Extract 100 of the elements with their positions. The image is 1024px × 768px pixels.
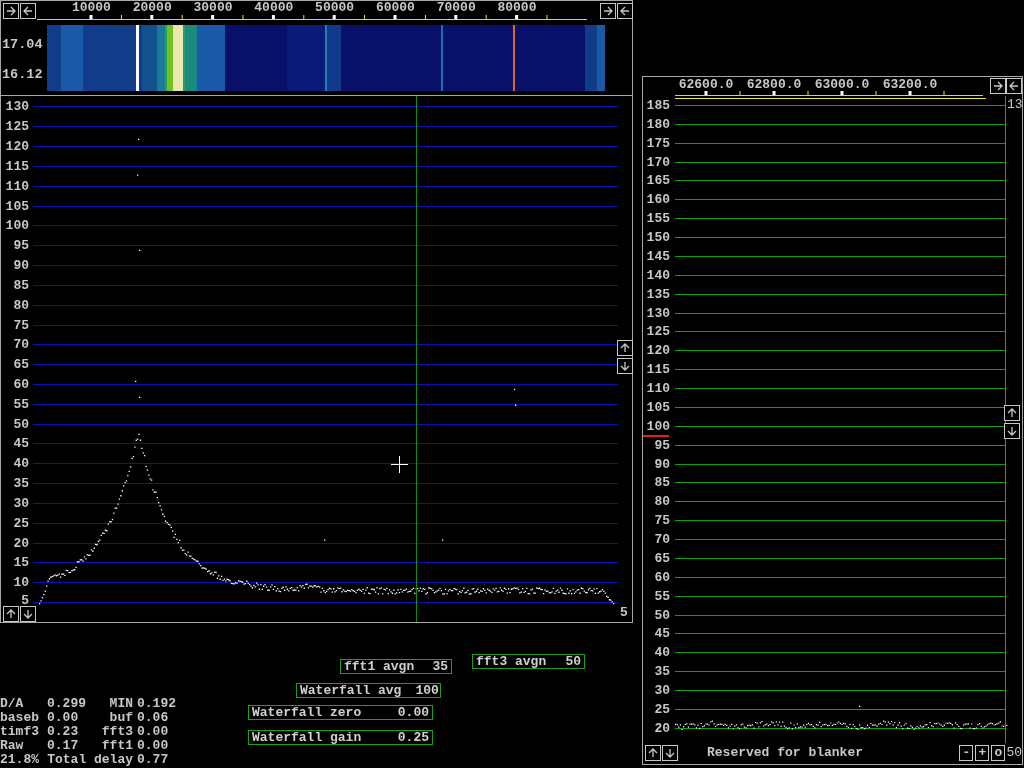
axis-label: 25: [653, 702, 670, 716]
axis-label: 60: [12, 378, 29, 391]
axis-label: 80: [12, 298, 29, 312]
scroll-down-button[interactable]: [20, 606, 36, 622]
axis-label: 155: [645, 212, 670, 226]
axis-label: 25: [12, 516, 29, 530]
axis-label: 125: [4, 120, 29, 134]
axis-label: 80: [653, 495, 670, 509]
parameter-control[interactable]: Waterfall avg 100: [296, 683, 441, 698]
arrow-up-icon: [1006, 407, 1018, 419]
stat-label: fft1: [100, 739, 134, 752]
arrow-up-icon: [619, 342, 631, 354]
axis-label: 55: [12, 397, 29, 411]
scroll-up-button[interactable]: [1004, 405, 1020, 421]
parameter-control[interactable]: fft1 avgn 35: [340, 659, 452, 674]
axis-label: 30: [653, 684, 670, 698]
axis-label: 15: [12, 556, 29, 570]
axis-label: 165: [645, 174, 670, 188]
stat-label: buf: [108, 711, 134, 724]
arrow-right-icon: [602, 5, 614, 17]
axis-label: 115: [645, 363, 670, 377]
axis-label: 130: [4, 100, 29, 114]
scroll-right-button[interactable]: [600, 3, 616, 19]
axis-label: 80000: [496, 1, 538, 14]
scale-label: 5: [620, 606, 628, 619]
stat-value: 0.23: [47, 725, 80, 738]
stat-label: timf3: [0, 725, 40, 738]
scale-value: 50: [1006, 746, 1022, 759]
axis-label: 90: [653, 457, 670, 471]
scroll-right-button[interactable]: [3, 3, 19, 19]
axis-label: 90: [12, 259, 29, 273]
axis-label: 10: [12, 576, 29, 590]
axis-label: 60000: [374, 1, 416, 14]
axis-label: 120: [4, 140, 29, 154]
arrow-down-icon: [619, 360, 631, 372]
stat-value: 0.17: [47, 739, 80, 752]
axis-label: 40: [653, 646, 670, 660]
scroll-up-button[interactable]: [617, 340, 633, 356]
stat-label: 21.8%: [0, 753, 40, 766]
scroll-up-button[interactable]: [645, 744, 661, 761]
stat-value: 0.00: [137, 739, 170, 752]
axis-label: 105: [4, 199, 29, 213]
parameter-control[interactable]: Waterfall zero 0.00: [248, 705, 433, 720]
step-button[interactable]: -: [959, 744, 974, 761]
blanker-label: Reserved for blanker: [706, 746, 865, 759]
stat-label: fft3: [100, 725, 134, 738]
axis-label: 5: [20, 593, 29, 607]
axis-label: 145: [645, 249, 670, 263]
time-label: 16.12: [2, 67, 44, 81]
axis-label: 10000: [70, 1, 112, 14]
scroll-down-button[interactable]: [1004, 423, 1020, 439]
axis-label: 125: [645, 325, 670, 339]
axis-label: 63200.0: [881, 78, 939, 90]
crosshair-icon: [391, 456, 408, 473]
axis-label: 63000.0: [813, 78, 871, 90]
stat-label: MIN: [108, 697, 134, 710]
axis-label: 70: [12, 338, 29, 352]
stat-value: 0.06: [137, 711, 170, 724]
axis-label: 85: [12, 278, 29, 292]
axis-label: 100: [4, 219, 29, 233]
axis-label: 35: [653, 665, 670, 679]
axis-label: 50000: [314, 1, 356, 14]
axis-label: 170: [645, 155, 670, 169]
arrow-down-icon: [664, 746, 676, 759]
axis-label: 45: [12, 437, 29, 451]
axis-label: 65: [653, 551, 670, 565]
stat-value: 0.00: [137, 725, 170, 738]
axis-label: 50: [653, 608, 670, 622]
axis-label: 45: [653, 627, 670, 641]
arrow-down-icon: [1006, 425, 1018, 437]
axis-label: 160: [645, 193, 670, 207]
time-label: 17.04: [2, 38, 44, 52]
axis-label: 185: [645, 98, 670, 112]
scroll-left-button[interactable]: [1006, 78, 1022, 94]
parameter-control[interactable]: Waterfall gain 0.25: [248, 730, 433, 745]
scale-label: 13: [1007, 98, 1023, 111]
scroll-down-button[interactable]: [662, 744, 678, 761]
axis-label: 180: [645, 117, 670, 131]
step-button[interactable]: o: [991, 744, 1006, 761]
axis-label: 110: [4, 179, 29, 193]
scroll-left-button[interactable]: [20, 3, 36, 19]
axis-label: 115: [4, 159, 29, 173]
axis-label: 100: [645, 419, 670, 433]
parameter-control[interactable]: fft3 avgn 50: [472, 654, 585, 669]
scroll-down-button[interactable]: [617, 358, 633, 374]
scroll-left-button[interactable]: [617, 3, 633, 19]
axis-label: 110: [645, 382, 670, 396]
axis-label: 135: [645, 287, 670, 301]
stat-value: 0.192: [137, 697, 176, 710]
scroll-up-button[interactable]: [3, 606, 19, 622]
axis-label: 70000: [435, 1, 477, 14]
arrow-right-icon: [5, 5, 17, 17]
arrow-up-icon: [5, 608, 17, 620]
step-button[interactable]: +: [975, 744, 990, 761]
axis-label: 40000: [253, 1, 295, 14]
axis-label: 95: [653, 438, 670, 452]
axis-label: 140: [645, 268, 670, 282]
axis-label: 150: [645, 231, 670, 245]
stat-label: Raw: [0, 739, 25, 752]
scroll-right-button[interactable]: [990, 78, 1006, 94]
